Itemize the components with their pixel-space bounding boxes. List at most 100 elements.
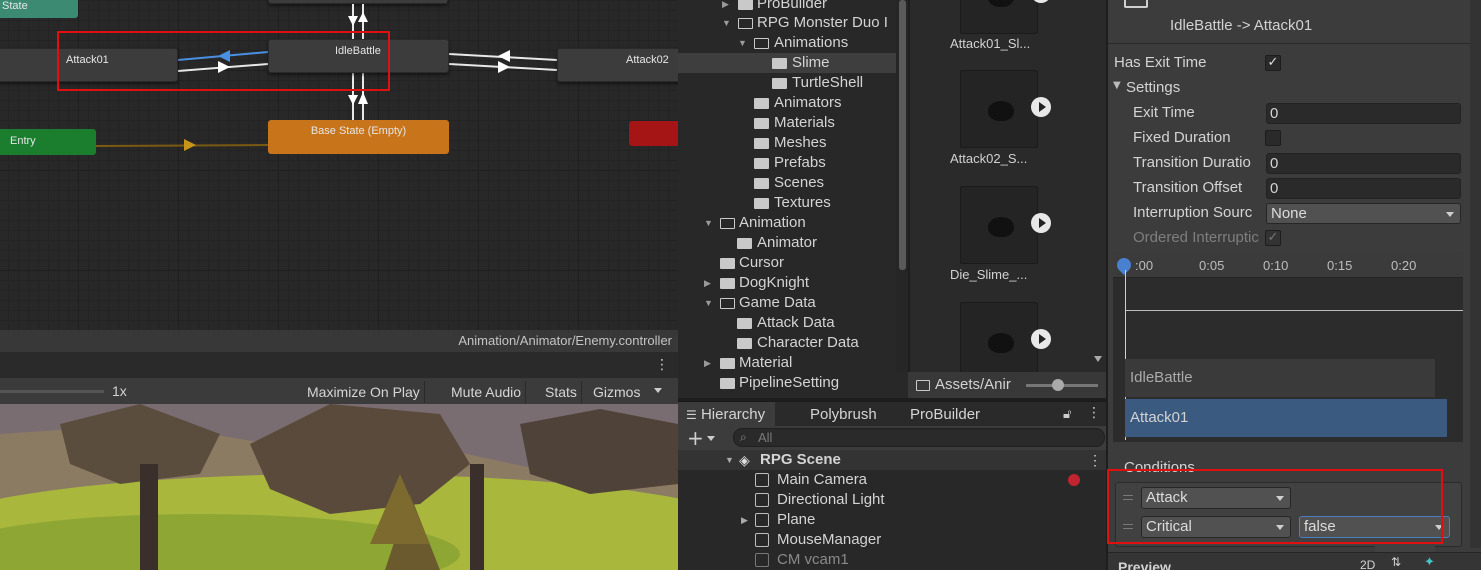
tab-probuilder[interactable]: ProBuilder (900, 402, 990, 427)
tree-item-animation[interactable]: ▼ Animation (678, 213, 908, 233)
scale-slider[interactable] (0, 390, 104, 393)
tree-item-prefabs[interactable]: Prefabs (678, 153, 908, 173)
project-folder-tree[interactable]: ▶ ProBuilder ▼ RPG Monster Duo I ▼ Anima… (678, 0, 908, 398)
conditions-label: Conditions (1124, 459, 1195, 476)
exit-node[interactable] (629, 121, 678, 146)
unity-scene-icon: ◈ (739, 452, 750, 468)
more-options-icon[interactable]: ⋮ (1087, 405, 1101, 421)
more-options-icon[interactable]: ⋮ (1088, 450, 1102, 470)
condition-param-dropdown[interactable]: Attack (1141, 487, 1291, 509)
tree-item-turtleshell[interactable]: TurtleShell (678, 73, 908, 93)
tree-item-character-data[interactable]: Character Data (678, 333, 908, 353)
condition-value-dropdown[interactable]: false (1299, 516, 1450, 538)
avatar-icon[interactable]: ✦ (1424, 555, 1435, 570)
asset-breadcrumb[interactable]: Assets/Anir (935, 376, 1011, 393)
gizmos-button[interactable]: Gizmos (589, 381, 644, 403)
tree-item-scenes[interactable]: Scenes (678, 173, 908, 193)
tree-item-textures[interactable]: Textures (678, 193, 908, 213)
mute-audio-button[interactable]: Mute Audio (447, 381, 527, 403)
timeline-track-from[interactable]: IdleBattle (1125, 359, 1435, 397)
interruption-source-dropdown[interactable]: None (1266, 203, 1461, 224)
game-viewport[interactable] (0, 404, 678, 570)
tree-item-cursor[interactable]: Cursor (678, 253, 908, 273)
scale-label: 1x (112, 383, 127, 399)
lock-icon[interactable]: 🔓︎ (1063, 407, 1071, 422)
hierarchy-item[interactable]: Main Camera (678, 470, 1106, 490)
settings-foldout-icon[interactable]: ▼ (1113, 80, 1121, 91)
hierarchy-item[interactable]: Directional Light (678, 490, 1106, 510)
asset-grid[interactable]: Attack01_Sl... Attack02_S... Die_Slime_.… (910, 0, 1106, 372)
asset-tile[interactable] (960, 186, 1051, 264)
asset-tile[interactable] (960, 70, 1051, 148)
icon-size-slider-thumb[interactable] (1052, 379, 1064, 391)
tree-item-slime[interactable]: Slime (678, 53, 908, 73)
base-state-node[interactable]: Base State (Empty) (268, 120, 449, 154)
stats-button[interactable]: Stats (541, 381, 582, 403)
play-icon[interactable] (1031, 0, 1051, 3)
transition-offset-field[interactable]: 0 (1266, 178, 1461, 199)
tab-hierarchy[interactable]: ☰ Hierarchy (678, 402, 776, 427)
tree-item-pipelinesetting[interactable]: PipelineSetting (678, 373, 908, 393)
tree-item-material[interactable]: ▶ Material (678, 353, 908, 373)
gameobject-icon (755, 533, 769, 547)
tree-item-animations[interactable]: ▼ Animations (678, 33, 908, 53)
entry-node[interactable]: Entry (0, 129, 96, 155)
interruption-source-label: Interruption Sourc (1133, 204, 1253, 221)
tree-item-meshes[interactable]: Meshes (678, 133, 908, 153)
transition-header: IdleBattle -> Attack01 (1108, 0, 1481, 44)
tree-item-game-data[interactable]: ▼ Game Data (678, 293, 908, 313)
transition-icon (1124, 0, 1148, 8)
folder-icon (916, 380, 930, 391)
hierarchy-search-input[interactable]: ⌕ All (733, 428, 1105, 447)
preview-bar: Preview 2D ⇅ ✦ (1108, 552, 1481, 570)
asset-tile[interactable] (960, 0, 1051, 34)
condition-param-dropdown[interactable]: Critical (1141, 516, 1291, 538)
fixed-duration-checkbox[interactable] (1265, 130, 1281, 146)
play-icon[interactable] (1031, 213, 1051, 233)
asset-name: Die_Slime_... (950, 267, 1028, 282)
play-icon[interactable] (1031, 329, 1051, 349)
game-toolbar: 1x Maximize On Play Mute Audio Stats Giz… (0, 378, 678, 404)
timeline-track-to[interactable]: Attack01 (1125, 399, 1447, 437)
idle-battle-node[interactable]: IdleBattle (268, 39, 449, 73)
scene-root[interactable]: ▼ ◈ RPG Scene ⋮ (678, 450, 1106, 470)
tab-polybrush[interactable]: Polybrush (800, 402, 887, 427)
hierarchy-item[interactable]: MouseManager (678, 530, 1106, 550)
more-options-icon[interactable]: ⋮ (655, 357, 669, 373)
asset-tile[interactable] (960, 302, 1051, 372)
timeline-tick: 0:15 (1327, 258, 1353, 273)
maximize-on-play-button[interactable]: Maximize On Play (303, 381, 425, 403)
tree-item-dogknight[interactable]: ▶ DogKnight (678, 273, 908, 293)
exit-time-field[interactable]: 0 (1266, 103, 1461, 124)
hierarchy-item[interactable]: ▶ Plane (678, 510, 1106, 530)
chevron-down-icon[interactable] (707, 436, 715, 441)
add-icon[interactable]: + (687, 426, 704, 450)
has-exit-time-label: Has Exit Time (1114, 54, 1207, 71)
hierarchy-item[interactable]: CM vcam1 (678, 550, 1106, 570)
tree-item-probuilder[interactable]: ▶ ProBuilder (678, 0, 908, 14)
pivot-icon[interactable]: ⇅ (1391, 555, 1401, 569)
drag-handle-icon[interactable] (1123, 495, 1133, 500)
attack01-node[interactable]: Attack01 (0, 48, 178, 82)
inspector-scrollbar[interactable] (1470, 0, 1481, 548)
play-icon[interactable] (1031, 97, 1051, 117)
has-exit-time-checkbox[interactable]: ✓ (1265, 55, 1281, 71)
tree-item-materials[interactable]: Materials (678, 113, 908, 133)
gizmos-dropdown-icon[interactable] (654, 388, 662, 393)
hierarchy-tabs: ☰ Hierarchy Polybrush ProBuilder 🔓︎ ⋮ (678, 401, 1106, 427)
animator-graph[interactable]: State Attack01 IdleBattle Attack02 Entry… (0, 0, 678, 352)
project-tree-scrollbar[interactable] (896, 0, 908, 372)
drag-handle-icon[interactable] (1123, 524, 1133, 529)
game-toolbar-top: ⋮ (0, 352, 678, 378)
tree-item-animators[interactable]: Animators (678, 93, 908, 113)
tree-item-attack-data[interactable]: Attack Data (678, 313, 908, 333)
scroll-down-icon[interactable] (1094, 356, 1102, 362)
ordered-interruption-checkbox: ✓ (1265, 230, 1281, 246)
transition-duration-field[interactable]: 0 (1266, 153, 1461, 174)
tree-item-animator[interactable]: Animator (678, 233, 908, 253)
tree-item-rpg-monster-duo[interactable]: ▼ RPG Monster Duo I (678, 13, 908, 33)
attack02-node[interactable]: Attack02 (557, 48, 678, 82)
playhead-marker-icon[interactable] (1114, 255, 1134, 275)
preview-2d-button[interactable]: 2D (1360, 558, 1375, 570)
hierarchy-list[interactable]: ▼ ◈ RPG Scene ⋮ Main Camera Directional … (678, 450, 1106, 570)
